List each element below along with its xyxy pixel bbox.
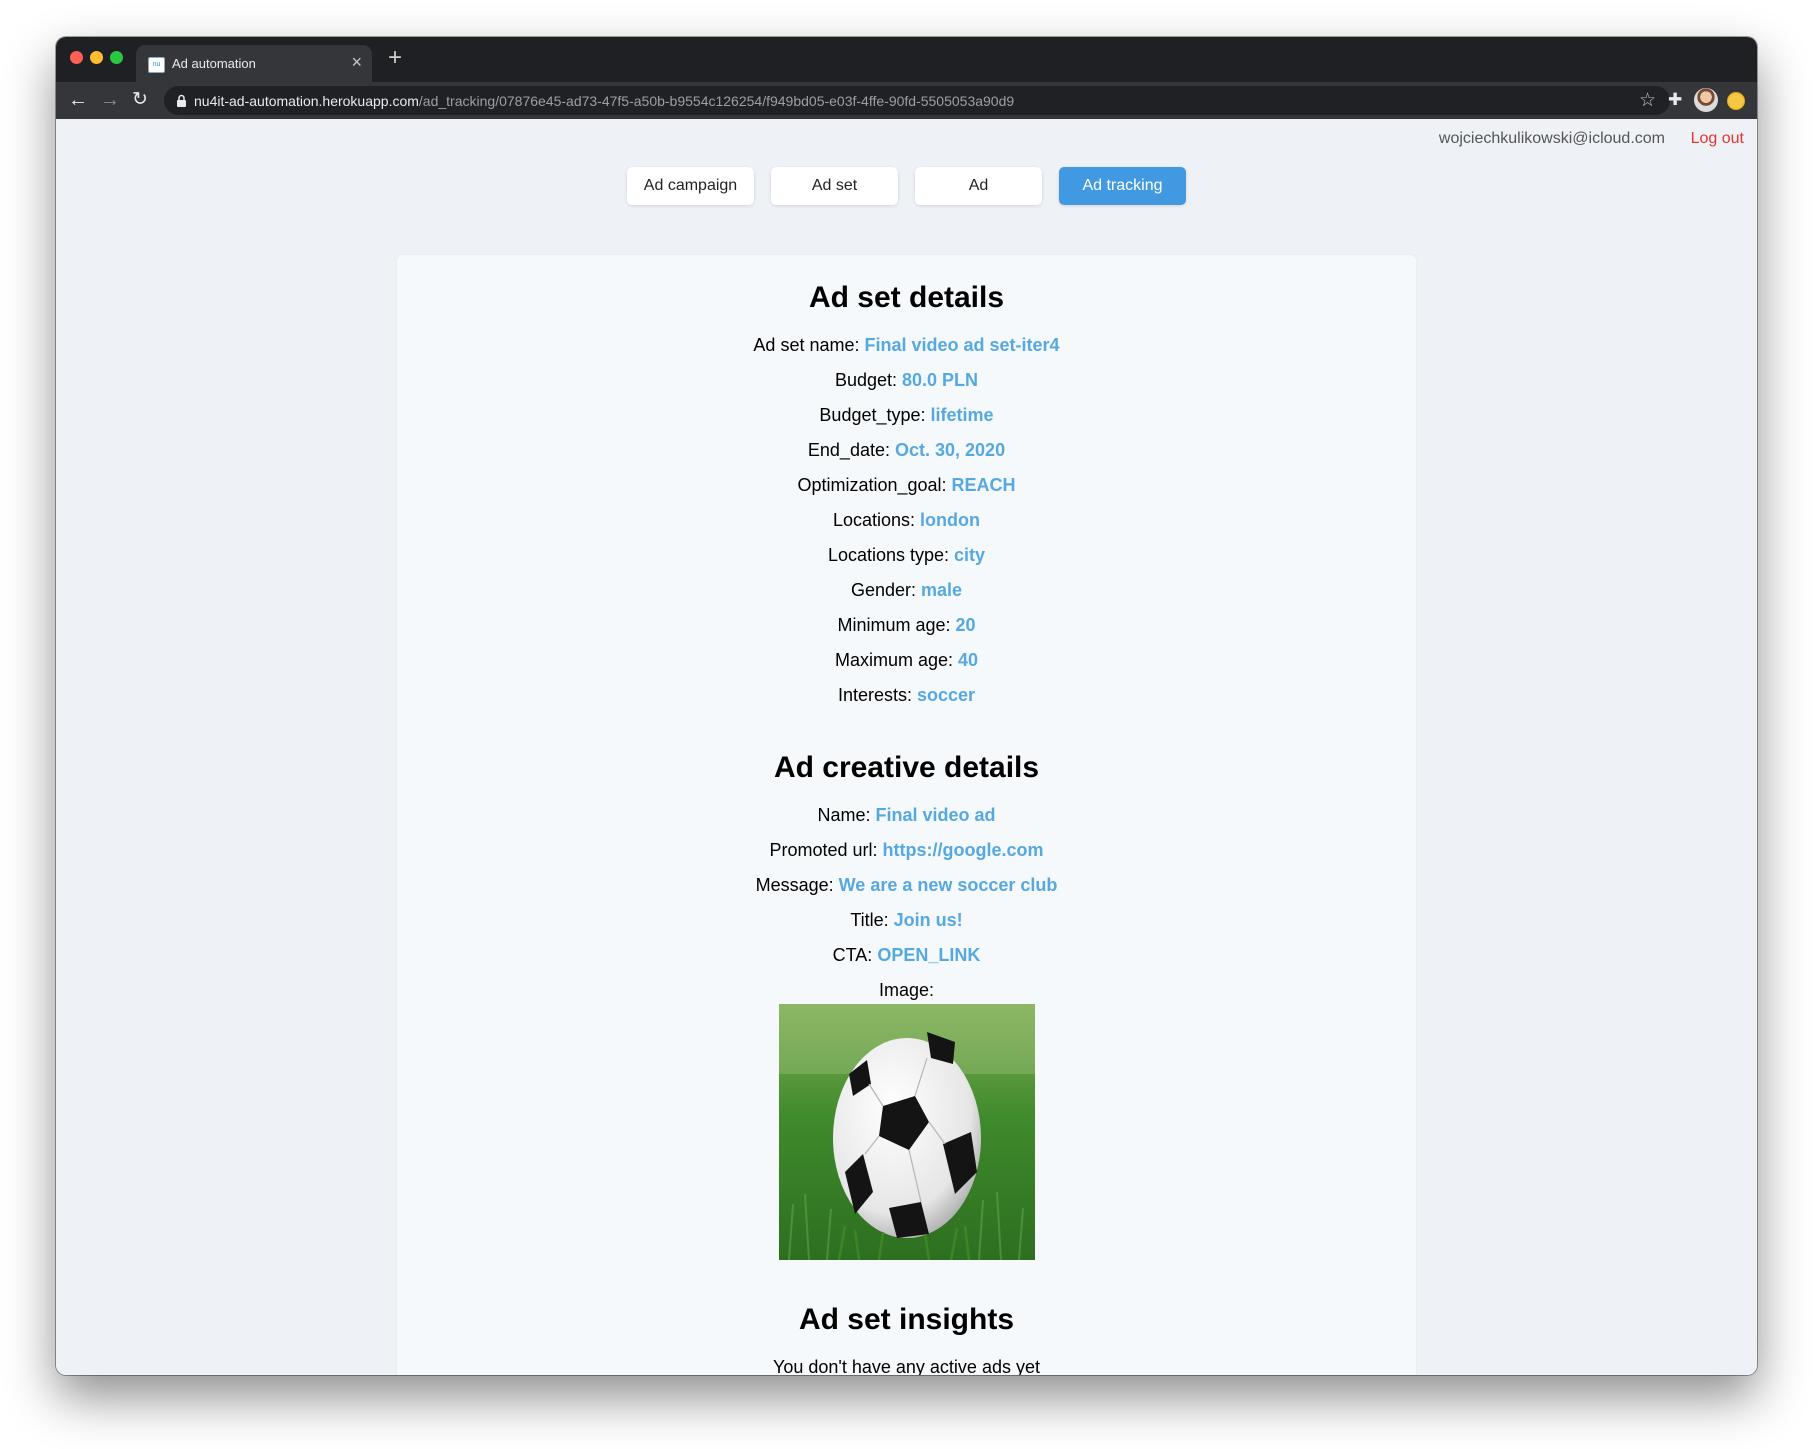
favicon-icon: nu [148,57,165,73]
row-value: REACH [951,475,1016,495]
promoted-url-row: Promoted url: https://google.com [397,840,1416,861]
row-label: Promoted url: [769,840,878,860]
ad-creative-details-heading: Ad creative details [773,751,1040,784]
browser-tab[interactable]: nu Ad automation × [136,45,372,82]
row-value: 40 [958,650,979,670]
row-label: End_date: [807,440,890,460]
row-label: Minimum age: [837,615,951,635]
row-label: Name: [817,805,871,825]
row-label: Title: [850,910,889,930]
extension-dot-icon[interactable] [1727,92,1745,110]
row-label: Gender: [850,580,916,600]
zoom-window-icon[interactable] [110,51,123,64]
bookmark-star-icon[interactable]: ☆ [1639,89,1656,112]
tab-strip: nu Ad automation × + [56,37,1757,82]
nav-ad-button[interactable]: Ad [915,167,1042,205]
creative-name-row: Name: Final video ad [397,805,1416,826]
minimize-window-icon[interactable] [90,51,103,64]
budget-type-row: Budget_type: lifetime [397,405,1416,426]
browser-toolbar: ← → ↻ nu4it-ad-automation.herokuapp.com/… [56,82,1757,119]
row-value: male [921,580,963,600]
row-value: Final video ad set-iter4 [864,335,1060,355]
row-label: Maximum age: [834,650,953,670]
details-card: Ad set details Ad set name: Final video … [397,255,1416,1375]
row-label: Interests: [837,685,912,705]
message-row: Message: We are a new soccer club [397,875,1416,896]
row-label: Locations: [832,510,916,530]
extensions-puzzle-icon[interactable]: ✚ [1668,90,1682,110]
row-value: We are a new soccer club [838,875,1058,895]
url-text[interactable]: nu4it-ad-automation.herokuapp.com/ad_tra… [194,93,1014,109]
row-label: Message: [755,875,834,895]
row-label: Budget_type: [819,405,926,425]
minimum-age-row: Minimum age: 20 [397,615,1416,636]
maximum-age-row: Maximum age: 40 [397,650,1416,671]
profile-avatar[interactable] [1694,88,1718,112]
soccer-ball-image [779,1004,1035,1260]
url-host: nu4it-ad-automation.herokuapp.com [194,93,419,109]
lock-icon [177,94,186,107]
reload-icon[interactable]: ↻ [132,88,148,112]
row-value: https://google.com [882,840,1044,860]
nav-ad-tracking-button[interactable]: Ad tracking [1059,167,1186,205]
web-page: wojciechkulikowski@icloud.com Log out Ad… [56,119,1757,1375]
ad-set-name-row: Ad set name: Final video ad set-iter4 [397,335,1416,356]
end-date-row: End_date: Oct. 30, 2020 [397,440,1416,461]
user-email: wojciechkulikowski@icloud.com [1438,130,1665,147]
gender-row: Gender: male [397,580,1416,601]
optimization-goal-row: Optimization_goal: REACH [397,475,1416,496]
locations-row: Locations: london [397,510,1416,531]
insights-empty-message: You don't have any active ads yet [773,1357,1040,1375]
row-value: Oct. 30, 2020 [895,440,1006,460]
close-window-icon[interactable] [70,51,83,64]
image-label: Image: [878,980,935,1000]
row-value: Final video ad [875,805,996,825]
row-label: CTA: [832,945,873,965]
row-value: london [920,510,981,530]
row-value: lifetime [930,405,994,425]
row-label: Budget: [834,370,897,390]
forward-arrow-icon[interactable]: → [100,88,120,112]
row-label: Ad set name: [753,335,860,355]
locations-type-row: Locations type: city [397,545,1416,566]
row-value: 80.0 PLN [902,370,979,390]
ad-set-details-heading: Ad set details [808,281,1005,314]
row-value: Join us! [893,910,963,930]
image-label-row: Image: [397,980,1416,1001]
cta-row: CTA: OPEN_LINK [397,945,1416,966]
address-bar[interactable]: nu4it-ad-automation.herokuapp.com/ad_tra… [164,86,1670,115]
row-value: OPEN_LINK [877,945,981,965]
interests-row: Interests: soccer [397,685,1416,706]
tab-title: Ad automation [172,56,256,71]
row-value: soccer [917,685,976,705]
logout-link[interactable]: Log out [1691,130,1744,148]
row-value: city [954,545,986,565]
row-label: Optimization_goal: [797,475,947,495]
title-row: Title: Join us! [397,910,1416,931]
nav-ad-campaign-button[interactable]: Ad campaign [627,167,754,205]
budget-row: Budget: 80.0 PLN [397,370,1416,391]
ad-set-insights-heading: Ad set insights [798,1303,1015,1336]
close-tab-icon[interactable]: × [351,53,362,71]
url-path: /ad_tracking/07876e45-ad73-47f5-a50b-b95… [418,93,1015,109]
row-label: Locations type: [827,545,950,565]
nav-ad-set-button[interactable]: Ad set [771,167,898,205]
new-tab-icon[interactable]: + [388,44,402,72]
back-arrow-icon[interactable]: ← [68,88,88,112]
browser-window: nu Ad automation × + ← → ↻ nu4it-ad-auto… [56,37,1757,1375]
row-value: 20 [955,615,976,635]
